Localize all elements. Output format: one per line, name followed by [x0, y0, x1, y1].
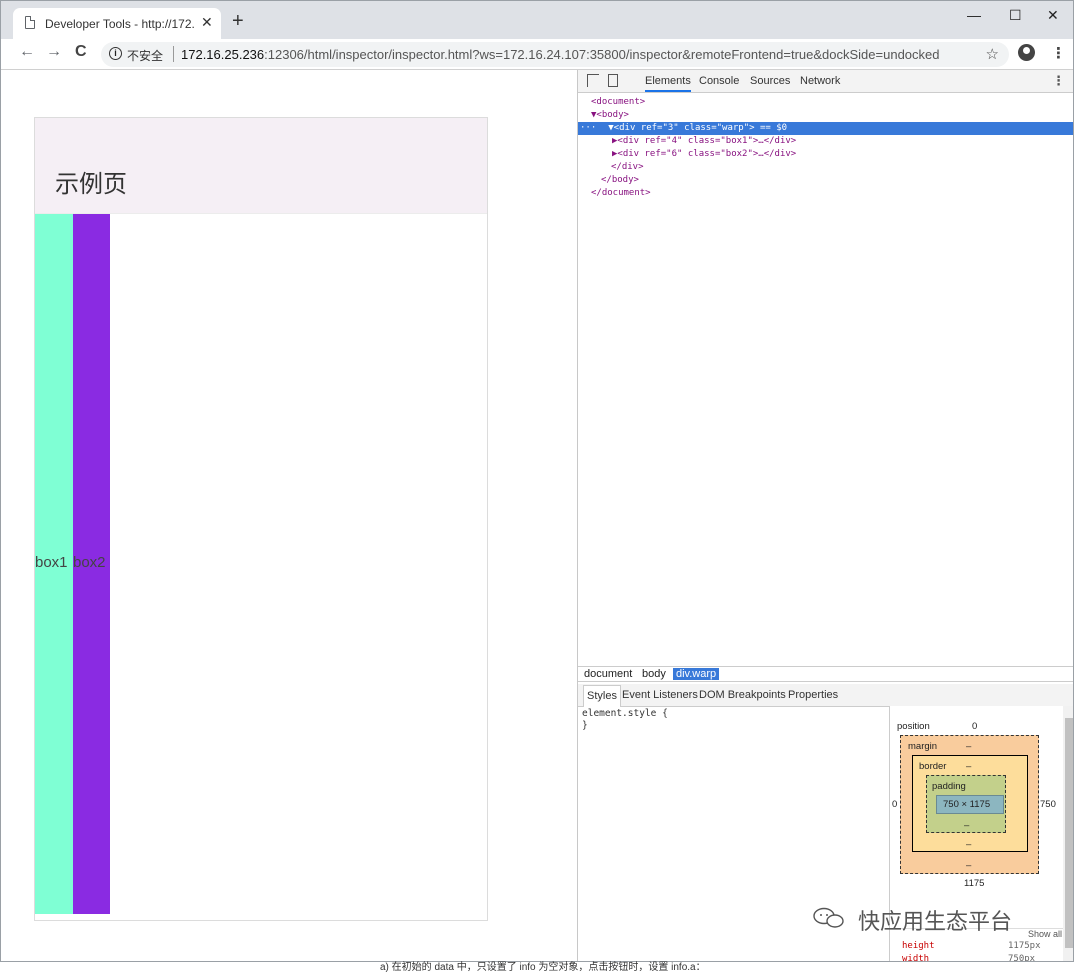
styles-pane[interactable]: element.style { }: [582, 708, 668, 732]
dom-ellipsis[interactable]: ···: [580, 123, 596, 133]
margin-bottom-value: –: [966, 860, 972, 871]
crumb-body[interactable]: body: [639, 668, 669, 680]
border-top-value: –: [966, 761, 972, 772]
insecure-label: 不安全: [127, 49, 164, 63]
element-style-rule: element.style {: [582, 708, 668, 719]
dom-tree: <document> ▼<body> ··· ▼<div ref="3" clas…: [578, 96, 1073, 200]
tab-elements[interactable]: Elements: [645, 75, 691, 92]
bookmark-star-icon[interactable]: ☆: [986, 45, 999, 63]
dom-node[interactable]: </body>: [578, 174, 1073, 187]
page-viewport: 示例页 box1 box2: [1, 70, 577, 961]
padding-label: padding: [932, 781, 966, 792]
dom-node[interactable]: ▶<div ref="6" class="box2">…</div>: [578, 148, 1073, 161]
page-title: 示例页: [55, 171, 127, 198]
device-frame: 示例页 box1 box2: [34, 117, 488, 921]
computed-row[interactable]: width 750px: [890, 954, 1064, 962]
margin-label: margin: [908, 741, 938, 752]
article-text-fragment: a) 在初始的 data 中，只设置了 info 为空对象，点击按钮时，设置 i…: [380, 962, 706, 973]
position-value: 0: [972, 721, 978, 732]
element-style-close: }: [582, 720, 588, 731]
inspect-element-icon[interactable]: [587, 74, 599, 87]
browser-window: Developer Tools - http://172.1 ✕ + — ☐ ✕…: [0, 0, 1074, 962]
browser-toolbar: ← → C i 不安全 172.16.25.236:12306/html/ins…: [1, 39, 1073, 70]
account-icon[interactable]: [1018, 44, 1035, 61]
dom-node-selected[interactable]: ··· ▼<div ref="3" class="warp"> == $0: [578, 122, 1073, 135]
computed-value: 750px: [1008, 954, 1036, 962]
divider: [173, 46, 174, 62]
tab-properties[interactable]: Properties: [788, 689, 838, 701]
minimize-button[interactable]: —: [967, 7, 981, 23]
device-toggle-icon[interactable]: [608, 74, 618, 87]
box2: box2: [73, 214, 110, 914]
scrollbar-thumb[interactable]: [1065, 718, 1073, 948]
url-host: 172.16.25.236: [181, 47, 265, 62]
styles-scrollbar[interactable]: [1063, 706, 1073, 961]
breadcrumb: document body div.warp: [578, 666, 1073, 682]
tab-network[interactable]: Network: [800, 75, 840, 87]
wechat-icon: [813, 907, 844, 928]
margin-top-value: –: [966, 741, 972, 752]
tab-sources[interactable]: Sources: [750, 75, 790, 87]
tab-strip: Developer Tools - http://172.1 ✕ + — ☐ ✕: [1, 1, 1073, 39]
watermark-text: 快应用生态平台: [858, 909, 1013, 934]
forward-button[interactable]: →: [46, 43, 62, 61]
tab-console[interactable]: Console: [699, 75, 739, 87]
bottom-value: 1175: [964, 878, 985, 889]
browser-menu-icon[interactable]: ⋮: [1051, 44, 1066, 62]
computed-name: height: [902, 941, 935, 951]
box1: box1: [35, 214, 73, 914]
dom-node[interactable]: </document>: [578, 187, 1073, 200]
content-size: 750 × 1175: [943, 799, 991, 810]
margin-box: margin – – border – – padding – 750 × 11…: [900, 735, 1039, 874]
browser-tab[interactable]: Developer Tools - http://172.1 ✕: [13, 8, 221, 39]
crumb-div-warp[interactable]: div.warp: [673, 668, 720, 680]
box1-label: box1: [35, 554, 68, 571]
border-box: border – – padding – 750 × 1175: [912, 755, 1028, 852]
devtools-panel: Elements Console Sources Network ⋮ <docu…: [577, 70, 1073, 962]
padding-box: padding – 750 × 1175: [926, 775, 1006, 833]
computed-value: 1175px: [1008, 941, 1041, 951]
tab-title: Developer Tools - http://172.1: [45, 17, 195, 31]
dom-node-text: ▼<div ref="3" class="warp"> == $0: [608, 123, 788, 133]
devtools-menu-icon[interactable]: ⋮: [1052, 73, 1065, 89]
left-value: 0: [892, 799, 898, 810]
right-value: 750: [1040, 799, 1056, 810]
computed-row[interactable]: height 1175px: [890, 941, 1064, 954]
tab-styles[interactable]: Styles: [583, 685, 621, 707]
url-text[interactable]: 172.16.25.236:12306/html/inspector/inspe…: [181, 47, 940, 62]
content-box: 750 × 1175: [936, 795, 1004, 814]
info-icon[interactable]: i: [109, 47, 122, 60]
back-button[interactable]: ←: [19, 43, 35, 61]
maximize-button[interactable]: ☐: [1009, 7, 1022, 24]
dom-node[interactable]: </div>: [578, 161, 1073, 174]
dom-node[interactable]: <document>: [578, 96, 1073, 109]
devtools-tabbar: Elements Console Sources Network ⋮: [578, 70, 1073, 93]
position-label: position: [897, 721, 930, 732]
url-path: :12306/html/inspector/inspector.html?ws=…: [264, 47, 940, 62]
address-bar[interactable]: i 不安全 172.16.25.236:12306/html/inspector…: [101, 42, 1009, 67]
tab-event-listeners[interactable]: Event Listeners: [622, 689, 698, 701]
page-icon: [25, 16, 35, 29]
border-bottom-value: –: [966, 839, 972, 850]
border-label: border: [919, 761, 947, 772]
dom-node[interactable]: ▼<body>: [578, 109, 1073, 122]
reload-button[interactable]: C: [75, 43, 87, 61]
box2-label: box2: [73, 554, 106, 571]
sidebar-tabs: Styles Event Listeners DOM Breakpoints P…: [578, 684, 1073, 707]
new-tab-button[interactable]: +: [232, 11, 244, 31]
tab-dom-breakpoints[interactable]: DOM Breakpoints: [699, 689, 786, 701]
app-titlebar: 示例页: [35, 118, 487, 214]
window-close-button[interactable]: ✕: [1047, 7, 1059, 24]
dom-node[interactable]: ▶<div ref="4" class="box1">…</div>: [578, 135, 1073, 148]
padding-bottom-value: –: [964, 820, 970, 831]
computed-name: width: [902, 954, 930, 962]
crumb-document[interactable]: document: [581, 668, 635, 680]
close-tab-icon[interactable]: ✕: [201, 14, 213, 31]
